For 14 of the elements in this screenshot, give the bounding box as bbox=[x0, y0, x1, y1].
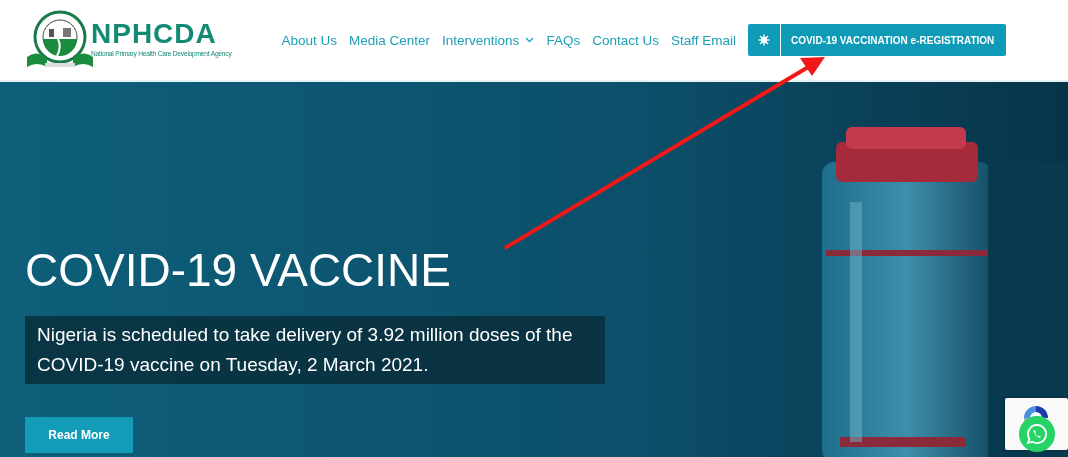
nav-link[interactable]: Contact Us bbox=[592, 32, 659, 48]
hero-title: COVID-19 VACCINE bbox=[25, 243, 452, 298]
read-more-button[interactable]: Read More bbox=[25, 417, 133, 453]
hero-caption: Nigeria is scheduled to take delivery of 3.92 million doses of the COVID-19 vaccine on Tuesday, 2 March 2021. bbox=[25, 316, 605, 384]
caret-icon bbox=[525, 37, 535, 43]
chat-phone-icon bbox=[1026, 423, 1048, 445]
nav-link[interactable]: About Us bbox=[281, 32, 338, 48]
logo-name: NPHCDA bbox=[91, 17, 218, 50]
nav-link[interactable]: FAQs bbox=[546, 32, 581, 48]
nav-link[interactable]: Media Center bbox=[349, 32, 431, 48]
virus-icon bbox=[757, 34, 770, 46]
nav-link[interactable]: Interventions bbox=[442, 32, 535, 48]
registration-button[interactable]: COVID-19 VACCINATION e-REGISTRATION bbox=[747, 24, 1007, 56]
nav-link[interactable]: Staff Email bbox=[670, 32, 736, 48]
